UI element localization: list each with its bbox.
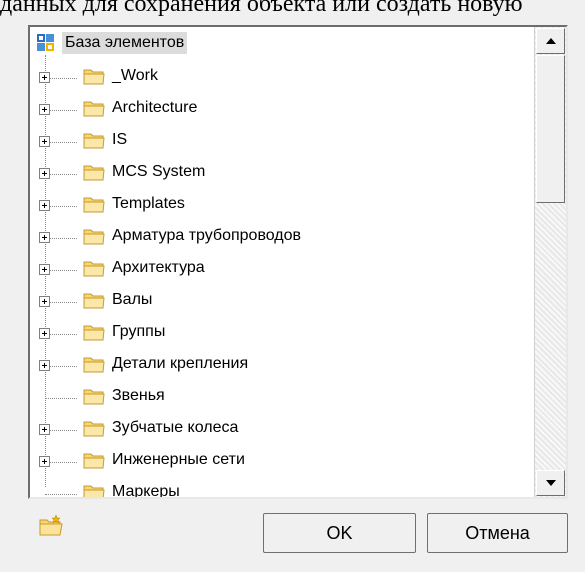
tree-item-label: Инженерные сети [112,451,245,468]
scroll-down-button[interactable] [536,470,565,496]
tree-item-label: IS [112,131,128,148]
expand-plus-icon[interactable] [39,296,50,307]
folder-icon [83,259,105,277]
tree-item[interactable]: Арматура трубопроводов [30,223,530,255]
folder-icon [83,67,105,85]
tree-root-label: База элементов [62,32,188,54]
tree-item[interactable]: Детали крепления [30,351,530,383]
tree-item[interactable]: Зубчатые колеса [30,415,530,447]
tree-connector-line [45,398,77,399]
tree-item-label: MCS System [112,163,206,180]
tree-item-label: Маркеры [112,483,180,499]
instruction-text: данных для сохранения объекта или создат… [0,0,523,17]
tree-item-label: Валы [112,291,153,308]
tree-item-label: Зубчатые колеса [112,419,239,436]
folder-icon [83,99,105,117]
expand-plus-icon[interactable] [39,232,50,243]
folder-icon [83,419,105,437]
vertical-scrollbar[interactable] [534,27,566,497]
tree-item-label: Архитектура [112,259,205,276]
tree-item[interactable]: IS [30,127,530,159]
tree-connector-line [45,494,77,495]
tree-root-item[interactable]: База элементов [36,31,188,55]
tree-item[interactable]: Звенья [30,383,530,415]
arrow-down-icon [545,480,556,486]
tree-item-label: Арматура трубопроводов [112,227,302,244]
folder-icon [83,483,105,497]
tree-item[interactable]: Templates [30,191,530,223]
database-icon [36,33,56,53]
tree-item-label: Architecture [112,99,198,116]
expand-plus-icon[interactable] [39,168,50,179]
ok-button[interactable]: OK [263,513,416,553]
new-folder-button[interactable] [38,514,64,538]
expand-plus-icon[interactable] [39,104,50,115]
folder-icon [83,387,105,405]
folder-icon [83,355,105,373]
tree-item-label: Группы [112,323,166,340]
tree-item-label: _Work [112,67,158,84]
tree-item[interactable]: Architecture [30,95,530,127]
tree-item[interactable]: Маркеры [30,479,530,499]
expand-plus-icon[interactable] [39,424,50,435]
tree-item-label: Звенья [112,387,165,404]
expand-plus-icon[interactable] [39,136,50,147]
scrollbar-thumb[interactable] [536,55,565,203]
tree-panel: База элементов _Work Architecture IS MCS Sy… [28,25,568,499]
folder-icon [83,131,105,149]
expand-plus-icon[interactable] [39,360,50,371]
folder-icon [83,323,105,341]
folder-icon [83,195,105,213]
folder-icon [83,291,105,309]
expand-plus-icon[interactable] [39,456,50,467]
expand-plus-icon[interactable] [39,328,50,339]
scroll-up-button[interactable] [536,28,565,54]
tree-item[interactable]: MCS System [30,159,530,191]
folder-icon [83,227,105,245]
expand-plus-icon[interactable] [39,200,50,211]
expand-plus-icon[interactable] [39,264,50,275]
cancel-button[interactable]: Отмена [427,513,568,553]
tree-item[interactable]: Архитектура [30,255,530,287]
folder-icon [83,451,105,469]
tree-item[interactable]: Группы [30,319,530,351]
tree-item-label: Детали крепления [112,355,249,372]
tree-item[interactable]: _Work [30,63,530,95]
arrow-up-icon [545,38,556,44]
new-folder-icon [38,514,64,542]
tree-item[interactable]: Инженерные сети [30,447,530,479]
tree-item[interactable]: Валы [30,287,530,319]
expand-plus-icon[interactable] [39,72,50,83]
tree-view[interactable]: База элементов _Work Architecture IS MCS Sy… [30,27,534,497]
folder-icon [83,163,105,181]
tree-item-label: Templates [112,195,185,212]
